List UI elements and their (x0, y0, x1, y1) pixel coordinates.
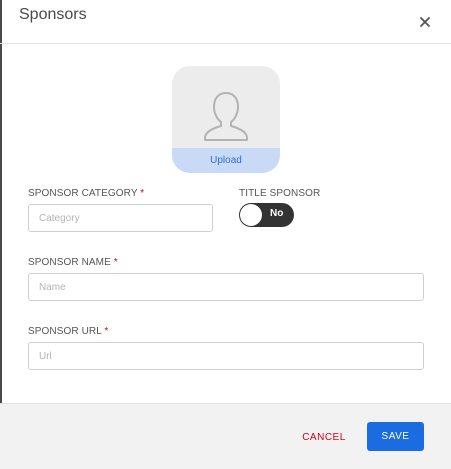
url-input[interactable] (28, 342, 424, 370)
category-input[interactable] (28, 204, 213, 232)
avatar-uploader[interactable]: Upload (172, 66, 280, 173)
title-sponsor-toggle[interactable]: No (239, 203, 294, 227)
required-mark: * (104, 326, 109, 337)
url-label-text: SPONSOR URL (28, 326, 102, 337)
required-mark: * (113, 257, 118, 268)
user-placeholder-icon (202, 89, 250, 150)
toggle-knob (240, 204, 262, 226)
cancel-button[interactable]: CANCEL (296, 427, 352, 447)
category-label: SPONSOR CATEGORY * (28, 188, 144, 199)
name-label-text: SPONSOR NAME (28, 257, 111, 268)
close-icon[interactable] (417, 14, 433, 30)
category-label-text: SPONSOR CATEGORY (28, 188, 138, 199)
name-input[interactable] (28, 273, 424, 301)
toggle-state-text: No (270, 208, 284, 219)
url-label: SPONSOR URL * (28, 326, 108, 337)
save-button[interactable]: SAVE (367, 422, 424, 451)
dialog-title: Sponsors (19, 6, 87, 23)
name-label: SPONSOR NAME * (28, 257, 118, 268)
upload-button[interactable]: Upload (172, 148, 280, 173)
window-edge (0, 0, 2, 468)
required-mark: * (140, 188, 145, 199)
dialog-header: Sponsors (0, 0, 451, 44)
title-sponsor-label: TITLE SPONSOR (239, 188, 321, 199)
